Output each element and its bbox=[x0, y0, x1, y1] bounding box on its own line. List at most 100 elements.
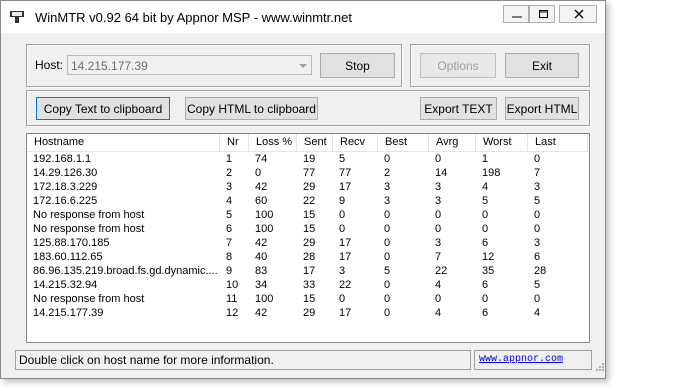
table-row[interactable]: No response from host 11 100 15 0 0 0 0 0 bbox=[27, 292, 589, 306]
resize-grip-icon[interactable] bbox=[595, 362, 605, 372]
export-html-button[interactable]: Export HTML bbox=[505, 97, 579, 120]
results-list[interactable]: Hostname Nr Loss % Sent Recv Best Avrg Worst Las… bbox=[26, 133, 590, 343]
col-hostname-cell: 14.215.32.94 bbox=[33, 279, 98, 291]
copy-text-button[interactable]: Copy Text to clipboard bbox=[36, 97, 170, 120]
col-best-cell: 5 bbox=[384, 265, 391, 277]
col-nr-cell: 11 bbox=[226, 293, 238, 305]
export-text-button[interactable]: Export TEXT bbox=[420, 97, 497, 120]
col-best-cell: 0 bbox=[384, 237, 391, 249]
col-worst-cell: 0 bbox=[482, 223, 489, 235]
host-label: Host: bbox=[35, 58, 64, 72]
col-recv-cell: 22 bbox=[339, 279, 352, 291]
col-recv-cell: 17 bbox=[339, 251, 352, 263]
winmtr-window: WinMTR v0.92 64 bit by Appnor MSP - www.… bbox=[0, 0, 606, 379]
col-loss-cell: 100 bbox=[255, 293, 274, 305]
appnor-link[interactable]: www.appnor.com bbox=[474, 350, 592, 370]
host-combobox[interactable]: 14.215.177.39 bbox=[67, 55, 312, 75]
col-hostname-cell: 183.60.112.65 bbox=[33, 251, 103, 263]
exit-button[interactable]: Exit bbox=[505, 53, 579, 78]
table-row[interactable]: 172.16.6.225 4 60 22 9 3 3 5 5 bbox=[27, 194, 589, 208]
col-last-cell: 0 bbox=[534, 223, 541, 235]
col-worst-cell: 0 bbox=[482, 293, 489, 305]
col-recv-cell: 9 bbox=[339, 195, 346, 207]
col-last-cell: 7 bbox=[534, 167, 541, 179]
list-header: Hostname Nr Loss % Sent Recv Best Avrg Worst Las… bbox=[27, 134, 589, 152]
table-row[interactable]: 125.88.170.185 7 42 29 17 0 3 6 3 bbox=[27, 236, 589, 250]
header-col-recv[interactable]: Recv bbox=[333, 134, 378, 151]
col-sent-cell: 17 bbox=[303, 265, 316, 277]
col-worst-cell: 6 bbox=[482, 279, 489, 291]
col-avrg-cell: 0 bbox=[435, 223, 442, 235]
table-row[interactable]: 14.215.177.39 12 42 29 17 0 4 6 4 bbox=[27, 306, 589, 320]
table-row[interactable]: 86.96.135.219.broad.fs.gd.dynamic.... 9 83… bbox=[27, 264, 589, 278]
col-sent-cell: 28 bbox=[303, 251, 316, 263]
col-hostname-cell: No response from host bbox=[33, 209, 145, 221]
header-col-nr[interactable]: Nr bbox=[220, 134, 249, 151]
col-recv-cell: 77 bbox=[339, 167, 352, 179]
col-recv-cell: 0 bbox=[339, 293, 346, 305]
window-title: WinMTR v0.92 64 bit by Appnor MSP - www.… bbox=[35, 10, 352, 25]
col-sent-cell: 15 bbox=[303, 223, 316, 235]
col-recv-cell: 0 bbox=[339, 209, 346, 221]
header-col-loss[interactable]: Loss % bbox=[249, 134, 297, 151]
dropdown-arrow-button[interactable] bbox=[295, 56, 311, 74]
col-nr-cell: 8 bbox=[226, 251, 233, 263]
col-loss-cell: 42 bbox=[255, 181, 268, 193]
col-last-cell: 3 bbox=[534, 181, 541, 193]
table-row[interactable]: 183.60.112.65 8 40 28 17 0 7 12 6 bbox=[27, 250, 589, 264]
table-row[interactable]: 172.18.3.229 3 42 29 17 3 3 4 3 bbox=[27, 180, 589, 194]
col-recv-cell: 17 bbox=[339, 237, 352, 249]
header-col-worst[interactable]: Worst bbox=[476, 134, 528, 151]
table-row[interactable]: 14.29.126.30 2 0 77 77 2 14 198 7 bbox=[27, 166, 589, 180]
col-nr-cell: 10 bbox=[226, 279, 239, 291]
col-last-cell: 0 bbox=[534, 153, 541, 165]
col-nr-cell: 7 bbox=[226, 237, 233, 249]
header-col-last[interactable]: Last bbox=[528, 134, 588, 151]
col-avrg-cell: 4 bbox=[435, 279, 442, 291]
minimize-button[interactable] bbox=[503, 5, 529, 23]
minimize-icon bbox=[512, 16, 522, 18]
table-row[interactable]: 14.215.32.94 10 34 33 22 0 4 6 5 bbox=[27, 278, 589, 292]
col-worst-cell: 1 bbox=[482, 153, 489, 165]
col-sent-cell: 77 bbox=[303, 167, 316, 179]
col-avrg-cell: 0 bbox=[435, 209, 442, 221]
table-row[interactable]: No response from host 5 100 15 0 0 0 0 0 bbox=[27, 208, 589, 222]
col-avrg-cell: 14 bbox=[435, 167, 448, 179]
col-hostname-cell: No response from host bbox=[33, 223, 145, 235]
col-hostname-cell: 172.18.3.229 bbox=[33, 181, 98, 193]
table-row[interactable]: 192.168.1.1 1 74 19 5 0 0 1 0 bbox=[27, 152, 589, 166]
col-recv-cell: 5 bbox=[339, 153, 346, 165]
col-hostname-cell: 125.88.170.185 bbox=[33, 237, 110, 249]
col-last-cell: 5 bbox=[534, 195, 541, 207]
col-loss-cell: 42 bbox=[255, 237, 268, 249]
header-col-sent[interactable]: Sent bbox=[297, 134, 333, 151]
col-sent-cell: 15 bbox=[303, 293, 316, 305]
col-last-cell: 3 bbox=[534, 237, 541, 249]
col-best-cell: 3 bbox=[384, 195, 391, 207]
col-last-cell: 6 bbox=[534, 251, 541, 263]
col-hostname-cell: 14.29.126.30 bbox=[33, 167, 98, 179]
col-nr-cell: 3 bbox=[226, 181, 233, 193]
col-recv-cell: 17 bbox=[339, 307, 352, 319]
col-best-cell: 0 bbox=[384, 251, 391, 263]
close-button[interactable] bbox=[559, 5, 597, 23]
col-nr-cell: 12 bbox=[226, 307, 239, 319]
header-col-hostname[interactable]: Hostname bbox=[27, 134, 220, 151]
header-col-avrg[interactable]: Avrg bbox=[429, 134, 476, 151]
copy-html-button[interactable]: Copy HTML to clipboard bbox=[185, 97, 318, 120]
maximize-button[interactable] bbox=[529, 5, 555, 23]
col-best-cell: 0 bbox=[384, 153, 391, 165]
col-worst-cell: 0 bbox=[482, 209, 489, 221]
col-avrg-cell: 3 bbox=[435, 181, 442, 193]
col-loss-cell: 83 bbox=[255, 265, 268, 277]
col-sent-cell: 15 bbox=[303, 209, 316, 221]
table-row[interactable]: No response from host 6 100 15 0 0 0 0 0 bbox=[27, 222, 589, 236]
header-col-best[interactable]: Best bbox=[378, 134, 429, 151]
options-button[interactable]: Options bbox=[420, 53, 496, 78]
stop-button[interactable]: Stop bbox=[320, 53, 395, 78]
col-avrg-cell: 7 bbox=[435, 251, 442, 263]
title-bar[interactable]: WinMTR v0.92 64 bit by Appnor MSP - www.… bbox=[1, 1, 605, 33]
col-avrg-cell: 4 bbox=[435, 307, 442, 319]
col-nr-cell: 2 bbox=[226, 167, 233, 179]
col-loss-cell: 100 bbox=[255, 223, 274, 235]
